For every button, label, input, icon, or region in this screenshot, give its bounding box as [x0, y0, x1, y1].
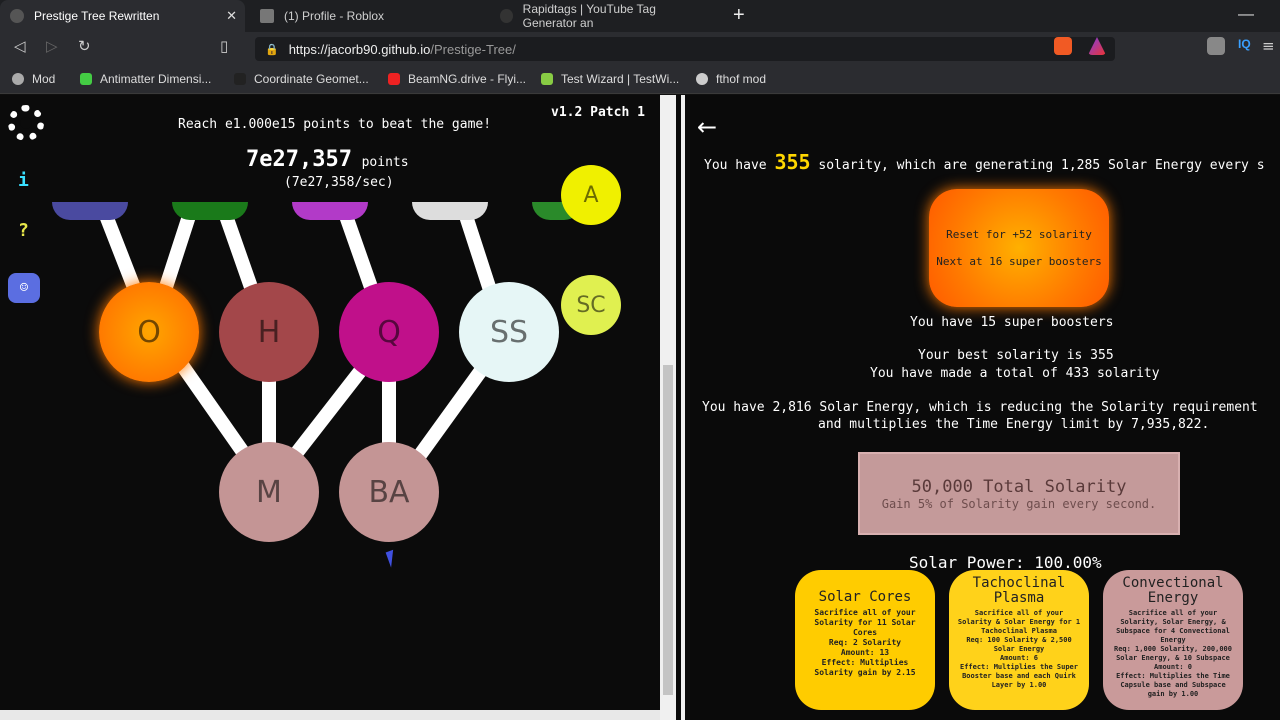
- globe-icon: [12, 73, 24, 85]
- upgrade-convectional-energy[interactable]: Convectional Energy Sacrifice all of you…: [1103, 570, 1243, 710]
- tree-node-partial[interactable]: [172, 202, 248, 220]
- antimatter-icon: [80, 73, 92, 85]
- branch-line: [414, 360, 491, 460]
- branch-line: [338, 210, 379, 293]
- address-bar[interactable]: 🔒 https://jacorb90.github.io/Prestige-Tr…: [255, 37, 1115, 61]
- tab-rapidtags[interactable]: Rapidtags | YouTube Tag Generator an: [490, 0, 720, 32]
- solar-energy-text: You have 2,816 Solar Energy, which is re…: [702, 400, 1258, 415]
- layer-info-panel: ← You have 355 solarity, which are gener…: [685, 95, 1280, 720]
- back-icon[interactable]: ◁: [14, 37, 26, 55]
- tab-prestige-tree[interactable]: Prestige Tree Rewritten ✕: [0, 0, 245, 32]
- branch-line: [158, 210, 197, 293]
- upgrade-description: Sacrifice all of your Solarity & Solar E…: [957, 609, 1081, 689]
- tree-scrollbar[interactable]: [660, 95, 676, 720]
- bookmark-icon[interactable]: ▯: [220, 37, 228, 55]
- new-tab-button[interactable]: +: [733, 4, 745, 27]
- scrollbar-thumb[interactable]: [663, 365, 673, 695]
- bookmark-testwizard[interactable]: Test Wizard | TestWi...: [541, 72, 679, 86]
- rapidtags-icon: [500, 9, 513, 23]
- forward-icon[interactable]: ▷: [46, 37, 58, 55]
- bookmark-fthof[interactable]: fthof mod: [696, 72, 766, 86]
- solarity-amount: 355: [774, 150, 811, 174]
- url-host: https://jacorb90.github.io: [288, 41, 431, 57]
- node-m[interactable]: M: [219, 442, 319, 542]
- globe-icon: [696, 73, 708, 85]
- node-h[interactable]: H: [219, 282, 319, 382]
- close-icon[interactable]: ✕: [226, 8, 237, 24]
- upgrade-title: Solar Cores: [818, 589, 912, 605]
- node-ss[interactable]: SS: [459, 282, 559, 382]
- reset-label: Reset for +52 solarity: [946, 228, 1092, 241]
- tree-node-partial[interactable]: [412, 202, 488, 220]
- reset-next-label: Next at 16 super boosters: [936, 255, 1102, 268]
- brave-shield-icon[interactable]: [1054, 37, 1072, 55]
- total-solarity-text: You have made a total of 433 solarity: [870, 366, 1160, 381]
- upgrade-description: Sacrifice all of your Solarity for 11 So…: [814, 608, 916, 677]
- upgrade-solar-cores[interactable]: Solar Cores Sacrifice all of your Solari…: [795, 570, 935, 710]
- milestone-box: 50,000 Total Solarity Gain 5% of Solarit…: [858, 452, 1180, 535]
- bookmark-mod[interactable]: Mod: [12, 72, 55, 86]
- url-path: /Prestige-Tree/: [430, 41, 516, 57]
- extension-icon[interactable]: [1207, 37, 1225, 55]
- solar-energy-text-2: and multiplies the Time Energy limit by …: [818, 417, 1210, 432]
- branch-line: [98, 210, 142, 293]
- testwizard-icon: [541, 73, 553, 85]
- menu-icon[interactable]: ≡: [1262, 37, 1275, 55]
- bookmark-beamng[interactable]: BeamNG.drive - Flyi...: [388, 72, 526, 86]
- tree-panel: i ? ☺ Reach e1.000e15 points to beat the…: [0, 95, 660, 720]
- minimize-icon[interactable]: —: [1238, 6, 1254, 24]
- node-a[interactable]: A: [561, 165, 621, 225]
- tab-label: (1) Profile - Roblox: [284, 9, 385, 23]
- reload-icon[interactable]: ↻: [78, 37, 91, 55]
- milestone-title: 50,000 Total Solarity: [911, 476, 1127, 497]
- roblox-icon: [260, 9, 274, 23]
- node-sc[interactable]: SC: [561, 275, 621, 335]
- reset-button[interactable]: Reset for +52 solarity Next at 16 super …: [929, 189, 1109, 307]
- navigation-bar: ◁ ▷ ↻ ▯ 🔒 https://jacorb90.github.io/Pre…: [0, 32, 1280, 66]
- solarity-summary: You have 355 solarity, which are generat…: [704, 150, 1265, 174]
- tab-label: Rapidtags | YouTube Tag Generator an: [522, 2, 656, 30]
- upgrade-title: Tachoclinal Plasma: [972, 575, 1066, 606]
- page-content: i ? ☺ Reach e1.000e15 points to beat the…: [0, 95, 1280, 720]
- branch-line: [289, 360, 371, 460]
- milestone-description: Gain 5% of Solarity gain every second.: [881, 496, 1157, 511]
- node-q[interactable]: Q: [339, 282, 439, 382]
- page-icon: [234, 73, 246, 85]
- tab-bar: Prestige Tree Rewritten ✕ (1) Profile - …: [0, 0, 1280, 32]
- back-arrow-icon[interactable]: ←: [697, 113, 717, 141]
- bookmark-coordinate[interactable]: Coordinate Geomet...: [234, 72, 369, 86]
- tab-roblox-profile[interactable]: (1) Profile - Roblox: [250, 0, 482, 32]
- upgrade-title: Convectional Energy: [1122, 575, 1224, 606]
- node-o[interactable]: O: [99, 282, 199, 382]
- bookmark-antimatter[interactable]: Antimatter Dimensi...: [80, 72, 211, 86]
- tree-node-partial[interactable]: [52, 202, 128, 220]
- tab-label: Prestige Tree Rewritten: [34, 9, 160, 23]
- lock-icon: 🔒: [265, 43, 279, 56]
- node-ba[interactable]: BA: [339, 442, 439, 542]
- tab-favicon-icon: [10, 9, 24, 23]
- branch-line: [458, 210, 497, 293]
- iq-extension-icon[interactable]: IQ: [1238, 37, 1256, 55]
- super-boosters-text: You have 15 super boosters: [910, 315, 1114, 330]
- branch-line: [218, 210, 259, 293]
- upgrade-description: Sacrifice all of your Solarity, Solar En…: [1113, 609, 1232, 698]
- tree-node-partial[interactable]: [292, 202, 368, 220]
- youtube-icon: [388, 73, 400, 85]
- best-solarity-text: Your best solarity is 355: [918, 348, 1114, 363]
- tree-horizontal-scrollbar[interactable]: [0, 710, 660, 720]
- bookmarks-bar: Mod Antimatter Dimensi... Coordinate Geo…: [0, 66, 1280, 94]
- branch-line: [169, 350, 251, 460]
- upgrade-tachoclinal-plasma[interactable]: Tachoclinal Plasma Sacrifice all of your…: [949, 570, 1089, 710]
